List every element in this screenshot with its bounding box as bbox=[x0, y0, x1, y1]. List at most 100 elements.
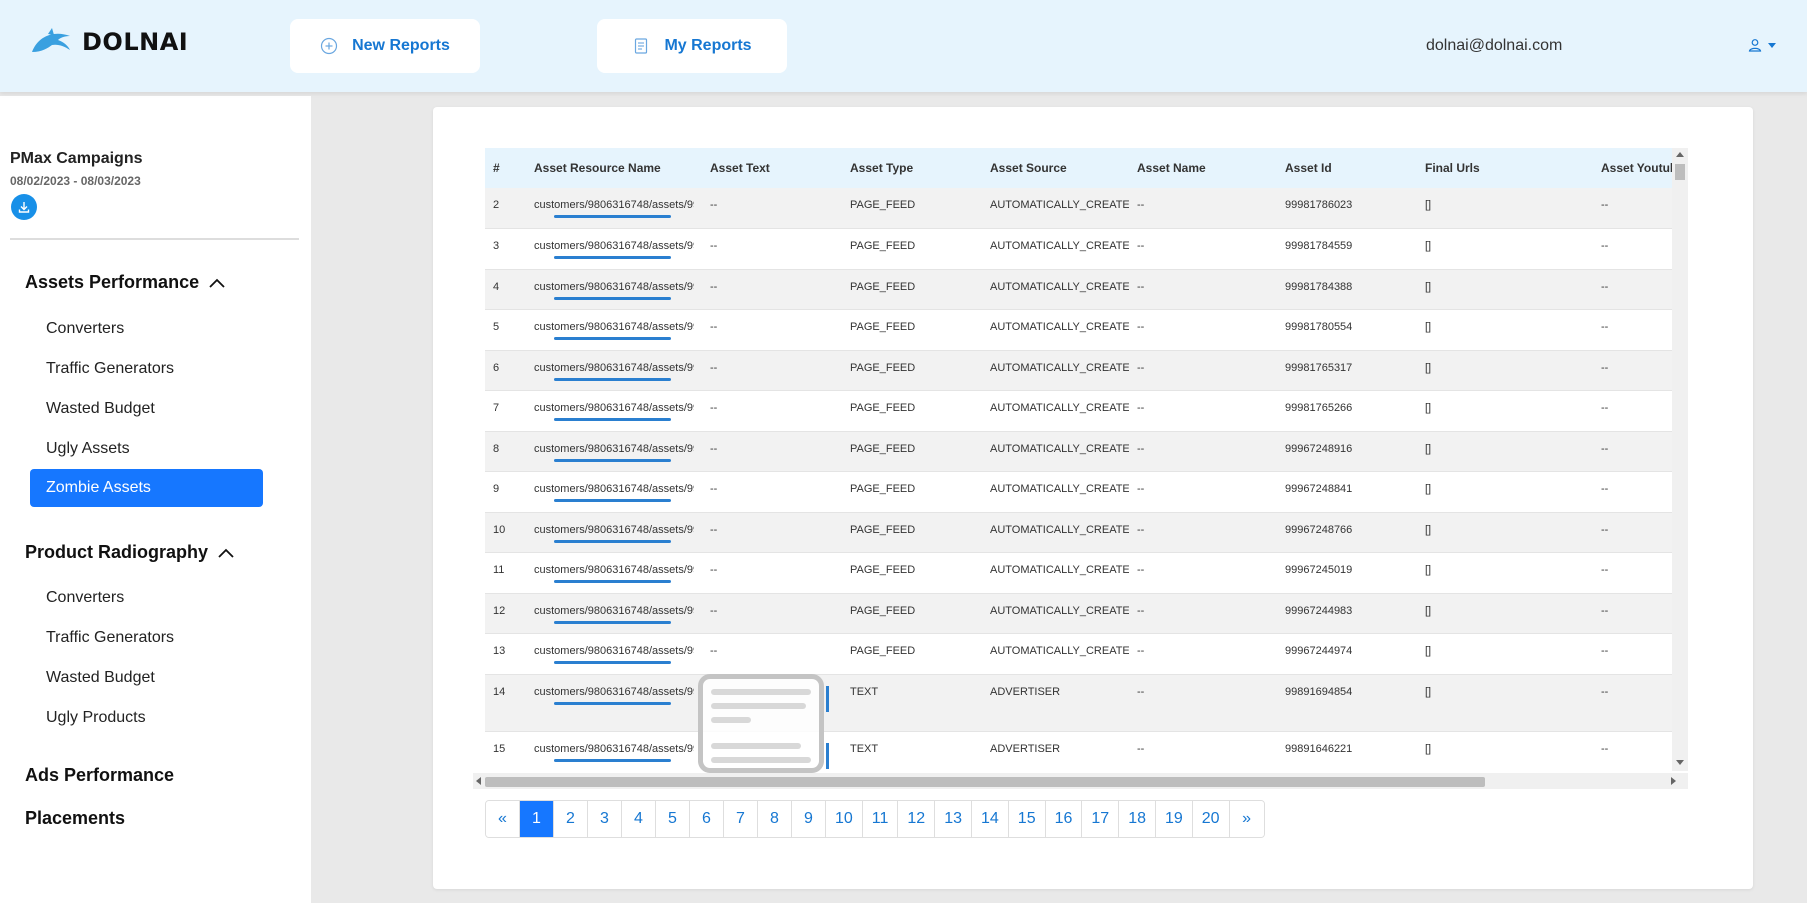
pagination-page-17[interactable]: 17 bbox=[1082, 801, 1119, 837]
sidebar-item-ugly-assets[interactable]: Ugly Assets bbox=[30, 430, 263, 468]
pagination-page-15[interactable]: 15 bbox=[1009, 801, 1046, 837]
column-header[interactable]: Asset Name bbox=[1129, 148, 1277, 188]
blurred-text bbox=[711, 743, 801, 749]
sidebar-item-ugly-products[interactable]: Ugly Products bbox=[30, 699, 263, 737]
new-reports-label: New Reports bbox=[352, 37, 450, 55]
pagination-page-14[interactable]: 14 bbox=[972, 801, 1009, 837]
download-button[interactable] bbox=[11, 194, 37, 220]
pagination-page-3[interactable]: 3 bbox=[588, 801, 622, 837]
pagination-page-5[interactable]: 5 bbox=[656, 801, 690, 837]
asset-resource-link[interactable]: customers/9806316748/assets/99 bbox=[534, 483, 694, 495]
table-cell: ADVERTISER bbox=[982, 674, 1129, 731]
pagination-prev-button[interactable]: « bbox=[486, 801, 520, 837]
asset-resource-link[interactable]: customers/9806316748/assets/99 bbox=[534, 240, 694, 252]
asset-resource-link[interactable]: customers/9806316748/assets/99 bbox=[534, 645, 694, 657]
asset-resource-link[interactable]: customers/9806316748/assets/99 bbox=[534, 686, 694, 698]
section-product-radiography[interactable]: Product Radiography bbox=[25, 542, 234, 563]
column-header[interactable]: Asset Resource Name bbox=[526, 148, 702, 188]
pagination-page-18[interactable]: 18 bbox=[1119, 801, 1156, 837]
table-cell: [] bbox=[1417, 269, 1593, 310]
pagination-page-2[interactable]: 2 bbox=[554, 801, 588, 837]
asset-resource-link[interactable]: customers/9806316748/assets/99 bbox=[534, 443, 694, 455]
asset-resource-link[interactable]: customers/9806316748/assets/99 bbox=[534, 402, 694, 414]
column-header[interactable]: Asset Text bbox=[702, 148, 842, 188]
my-reports-label: My Reports bbox=[664, 37, 751, 55]
table-row[interactable]: 5customers/9806316748/assets/99--PAGE_FE… bbox=[485, 310, 1688, 351]
column-header[interactable]: Asset Type bbox=[842, 148, 982, 188]
horizontal-scrollbar[interactable] bbox=[473, 773, 1688, 789]
asset-resource-link[interactable]: customers/9806316748/assets/99 bbox=[534, 564, 694, 576]
asset-resource-link[interactable]: customers/9806316748/assets/99 bbox=[534, 743, 694, 755]
pagination-page-1[interactable]: 1 bbox=[520, 801, 554, 837]
pagination-page-8[interactable]: 8 bbox=[758, 801, 792, 837]
pagination: «1234567891011121314151617181920» bbox=[485, 800, 1265, 838]
asset-resource-link[interactable]: customers/9806316748/assets/99 bbox=[534, 281, 694, 293]
scroll-down-icon[interactable] bbox=[1676, 760, 1684, 765]
asset-resource-link[interactable]: customers/9806316748/assets/99 bbox=[534, 524, 694, 536]
pagination-page-16[interactable]: 16 bbox=[1046, 801, 1083, 837]
table-cell: customers/9806316748/assets/99 bbox=[526, 512, 702, 553]
my-reports-button[interactable]: My Reports bbox=[597, 19, 787, 73]
scroll-left-icon[interactable] bbox=[476, 777, 481, 785]
table-row[interactable]: 11customers/9806316748/assets/99--PAGE_F… bbox=[485, 553, 1688, 594]
pagination-page-20[interactable]: 20 bbox=[1193, 801, 1230, 837]
sidebar-item-converters[interactable]: Converters bbox=[30, 310, 263, 348]
table-cell: customers/9806316748/assets/99 bbox=[526, 553, 702, 594]
sidebar: PMax Campaigns 08/02/2023 - 08/03/2023 A… bbox=[0, 96, 311, 903]
table-row[interactable]: 14customers/9806316748/assets/99TEXTADVE… bbox=[485, 674, 1688, 731]
table-row[interactable]: 2customers/9806316748/assets/99--PAGE_FE… bbox=[485, 188, 1688, 229]
scroll-thumb[interactable] bbox=[1675, 164, 1685, 180]
section-assets-performance[interactable]: Assets Performance bbox=[25, 272, 225, 293]
scroll-up-icon[interactable] bbox=[1676, 152, 1684, 157]
user-menu-dropdown[interactable] bbox=[1748, 38, 1776, 52]
new-reports-button[interactable]: New Reports bbox=[290, 19, 480, 73]
scroll-thumb[interactable] bbox=[485, 777, 1485, 787]
pagination-page-4[interactable]: 4 bbox=[622, 801, 656, 837]
table-cell: 3 bbox=[485, 229, 526, 270]
column-header[interactable]: Asset Id bbox=[1277, 148, 1417, 188]
sidebar-item-zombie-assets[interactable]: Zombie Assets bbox=[30, 469, 263, 507]
brand-logo[interactable]: DOLNAI bbox=[30, 26, 188, 58]
table-row[interactable]: 13customers/9806316748/assets/99--PAGE_F… bbox=[485, 634, 1688, 675]
pagination-page-11[interactable]: 11 bbox=[863, 801, 899, 837]
column-header[interactable]: # bbox=[485, 148, 526, 188]
table-row[interactable]: 3customers/9806316748/assets/99--PAGE_FE… bbox=[485, 229, 1688, 270]
pagination-next-button[interactable]: » bbox=[1230, 801, 1264, 837]
table-row[interactable]: 6customers/9806316748/assets/99--PAGE_FE… bbox=[485, 350, 1688, 391]
table-row[interactable]: 12customers/9806316748/assets/99--PAGE_F… bbox=[485, 593, 1688, 634]
link-underline bbox=[554, 540, 671, 543]
column-header[interactable]: Asset Source bbox=[982, 148, 1129, 188]
table-row[interactable]: 9customers/9806316748/assets/99--PAGE_FE… bbox=[485, 472, 1688, 513]
section-title: Assets Performance bbox=[25, 272, 199, 293]
pagination-page-12[interactable]: 12 bbox=[898, 801, 935, 837]
sidebar-item-products-wasted-budget[interactable]: Wasted Budget bbox=[30, 659, 263, 697]
pagination-page-9[interactable]: 9 bbox=[792, 801, 826, 837]
sidebar-item-traffic-generators[interactable]: Traffic Generators bbox=[30, 350, 263, 388]
scroll-right-icon[interactable] bbox=[1671, 777, 1676, 785]
table-row[interactable]: 10customers/9806316748/assets/99--PAGE_F… bbox=[485, 512, 1688, 553]
pagination-page-7[interactable]: 7 bbox=[724, 801, 758, 837]
sidebar-item-products-traffic-generators[interactable]: Traffic Generators bbox=[30, 619, 263, 657]
assets-table-container[interactable]: #Asset Resource NameAsset TextAsset Type… bbox=[485, 148, 1688, 791]
table-cell: PAGE_FEED bbox=[842, 472, 982, 513]
vertical-scrollbar[interactable] bbox=[1672, 148, 1688, 771]
column-header[interactable]: Final Urls bbox=[1417, 148, 1593, 188]
asset-resource-link[interactable]: customers/9806316748/assets/99 bbox=[534, 362, 694, 374]
sidebar-item-products-converters[interactable]: Converters bbox=[30, 579, 263, 617]
sidebar-item-wasted-budget[interactable]: Wasted Budget bbox=[30, 390, 263, 428]
asset-resource-link[interactable]: customers/9806316748/assets/99 bbox=[534, 321, 694, 333]
pagination-page-10[interactable]: 10 bbox=[826, 801, 863, 837]
section-placements[interactable]: Placements bbox=[25, 808, 125, 829]
pagination-page-19[interactable]: 19 bbox=[1156, 801, 1193, 837]
asset-resource-link[interactable]: customers/9806316748/assets/99 bbox=[534, 199, 694, 211]
table-row[interactable]: 4customers/9806316748/assets/99--PAGE_FE… bbox=[485, 269, 1688, 310]
download-icon bbox=[17, 200, 31, 214]
table-row[interactable]: 7customers/9806316748/assets/99--PAGE_FE… bbox=[485, 391, 1688, 432]
asset-resource-link[interactable]: customers/9806316748/assets/99 bbox=[534, 605, 694, 617]
pagination-page-13[interactable]: 13 bbox=[935, 801, 972, 837]
section-ads-performance[interactable]: Ads Performance bbox=[25, 765, 174, 786]
date-range: 08/02/2023 - 08/03/2023 bbox=[10, 174, 141, 188]
table-row[interactable]: 8customers/9806316748/assets/99--PAGE_FE… bbox=[485, 431, 1688, 472]
table-cell: customers/9806316748/assets/99 bbox=[526, 269, 702, 310]
pagination-page-6[interactable]: 6 bbox=[690, 801, 724, 837]
